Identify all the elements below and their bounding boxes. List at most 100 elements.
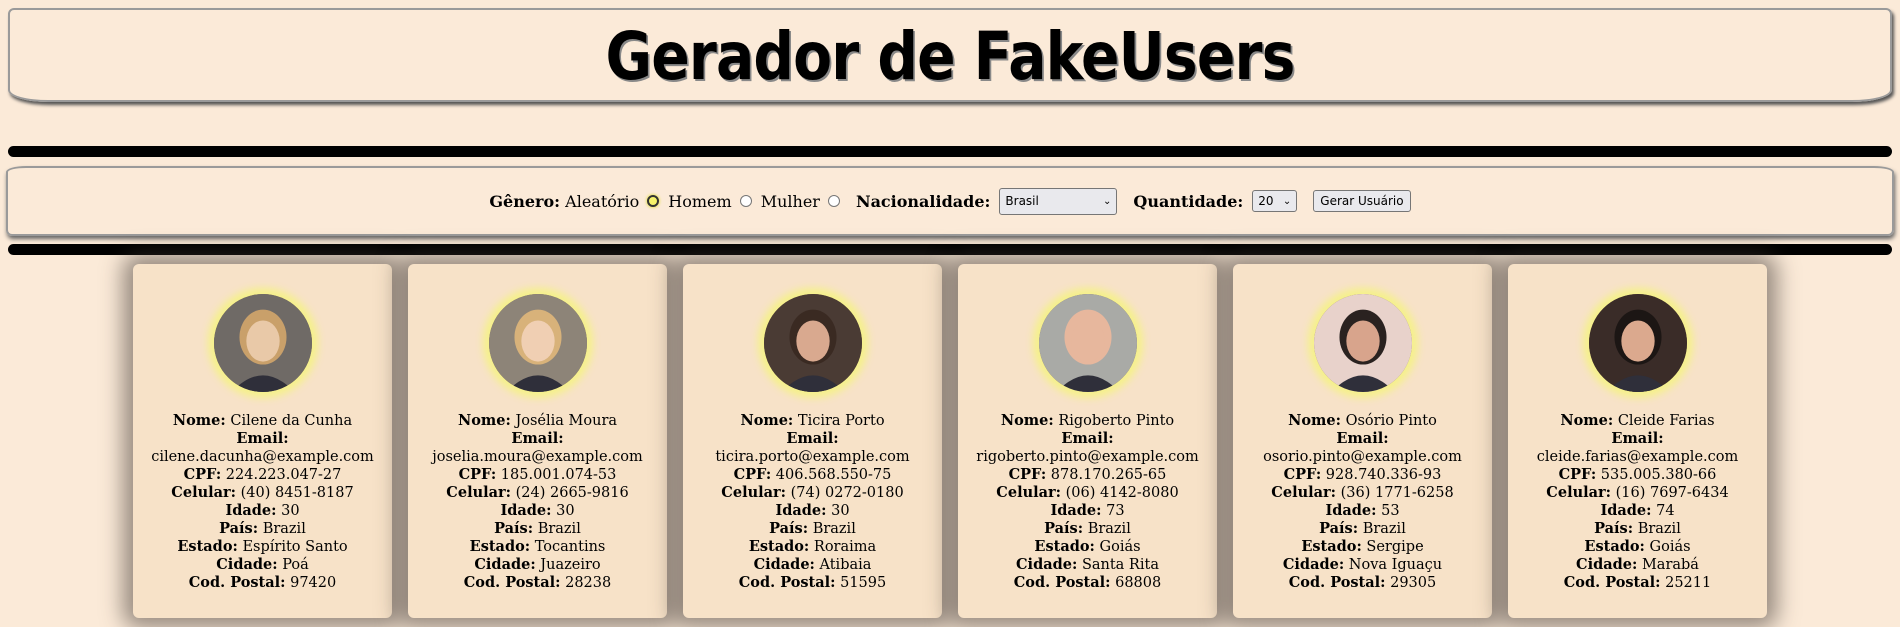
radio-mulher[interactable] bbox=[827, 195, 840, 207]
field-celular: Celular: (74) 0272-0180 bbox=[683, 484, 942, 502]
field-label: Nome: bbox=[740, 412, 794, 429]
field-value: Brazil bbox=[537, 521, 581, 537]
quantidade-label: Quantidade: bbox=[1133, 191, 1244, 211]
user-photo bbox=[1588, 294, 1687, 392]
field-value: 30 bbox=[556, 503, 575, 519]
user-card: Nome: Cleide Farias Email: cleide.farias@e… bbox=[1508, 264, 1767, 618]
field-pais: País: Brazil bbox=[683, 520, 942, 538]
field-email-label: Email: bbox=[1611, 430, 1664, 447]
header: Gerador de FakeUsers bbox=[8, 8, 1892, 102]
nacionalidade-value: Brasil bbox=[1005, 194, 1039, 208]
field-label: Cidade: bbox=[1016, 556, 1078, 573]
field-estado: Estado: Espírito Santo bbox=[133, 538, 392, 556]
field-value: Cleide Farias bbox=[1617, 413, 1715, 429]
field-value: Brazil bbox=[1362, 521, 1406, 537]
user-photo bbox=[763, 294, 862, 392]
field-celular: Celular: (06) 4142-8080 bbox=[958, 484, 1217, 502]
field-value: Poá bbox=[282, 557, 309, 573]
field-idade: Idade: 73 bbox=[958, 502, 1217, 520]
nacionalidade-select[interactable]: Brasil ⌄ bbox=[999, 187, 1118, 215]
field-label: Cod. Postal: bbox=[1013, 574, 1111, 591]
field-email-value: cilene.dacunha@example.com bbox=[151, 449, 374, 465]
field-value: Tocantins bbox=[534, 539, 606, 555]
avatar bbox=[1313, 294, 1412, 392]
option-homem-label: Homem bbox=[668, 191, 732, 211]
avatar bbox=[213, 294, 312, 392]
quantidade-select[interactable]: 20 ⌄ bbox=[1252, 190, 1298, 212]
field-email-label: Email: bbox=[786, 430, 839, 447]
user-card: Nome: Josélia Moura Email: joselia.moura@e… bbox=[408, 264, 667, 618]
field-label: Cod. Postal: bbox=[1563, 574, 1661, 591]
field-cidade: Cidade: Nova Iguaçu bbox=[1233, 556, 1492, 574]
field-label: Cidade: bbox=[474, 556, 536, 573]
avatar bbox=[1038, 294, 1137, 392]
field-label: Estado: bbox=[748, 538, 810, 555]
option-aleatorio-label: Aleatório bbox=[565, 191, 640, 211]
field-value: (40) 8451-8187 bbox=[240, 485, 354, 501]
field-label: CPF: bbox=[1008, 466, 1047, 483]
field-cidade: Cidade: Santa Rita bbox=[958, 556, 1217, 574]
field-cep: Cod. Postal: 68808 bbox=[958, 574, 1217, 592]
field-label: Cidade: bbox=[1282, 556, 1345, 573]
gerar-usuario-button[interactable]: Gerar Usuário bbox=[1313, 190, 1411, 212]
field-value: (24) 2665-9816 bbox=[515, 485, 629, 501]
field-label: CPF: bbox=[1283, 466, 1322, 483]
field-value: Ticira Porto bbox=[797, 413, 885, 429]
field-celular: Celular: (16) 7697-6434 bbox=[1508, 484, 1767, 502]
field-label: Idade: bbox=[1600, 502, 1652, 519]
field-label: Estado: bbox=[469, 538, 531, 555]
field-value: 25211 bbox=[1665, 575, 1712, 591]
field-label: Cidade: bbox=[216, 556, 278, 573]
field-value: 51595 bbox=[840, 575, 887, 591]
radio-aleatorio[interactable] bbox=[647, 195, 660, 207]
field-nome: Nome: Cilene da Cunha bbox=[133, 412, 392, 430]
field-value: 73 bbox=[1106, 503, 1125, 519]
field-label: CPF: bbox=[1558, 466, 1597, 483]
nacionalidade-label: Nacionalidade: bbox=[855, 191, 991, 211]
field-value: 30 bbox=[831, 503, 850, 519]
field-value: 97420 bbox=[290, 575, 337, 591]
field-value: (06) 4142-8080 bbox=[1065, 485, 1179, 501]
field-email-value: ticira.porto@example.com bbox=[715, 449, 910, 465]
field-cep: Cod. Postal: 51595 bbox=[683, 574, 942, 592]
field-label: Idade: bbox=[1325, 502, 1377, 519]
field-nome: Nome: Ticira Porto bbox=[683, 412, 942, 430]
field-estado: Estado: Tocantins bbox=[408, 538, 667, 556]
field-label: Estado: bbox=[1034, 538, 1095, 555]
field-celular: Celular: (40) 8451-8187 bbox=[133, 484, 392, 502]
generator-form: Gênero: Aleatório Homem Mulher Nacionali… bbox=[6, 166, 1894, 236]
user-photo bbox=[488, 294, 587, 392]
field-label: País: bbox=[1319, 520, 1359, 537]
field-value: Goiás bbox=[1649, 539, 1691, 555]
field-value: Sergipe bbox=[1366, 539, 1424, 555]
field-value: (74) 0272-0180 bbox=[790, 485, 904, 501]
field-label: Nome: bbox=[457, 412, 511, 429]
radio-homem[interactable] bbox=[739, 195, 752, 207]
field-value: Espírito Santo bbox=[242, 539, 348, 555]
user-photo bbox=[1313, 294, 1412, 392]
field-email-label: Email: bbox=[236, 430, 289, 447]
field-label: Estado: bbox=[1301, 538, 1362, 555]
field-email-label: Email: bbox=[1061, 430, 1114, 447]
field-idade: Idade: 30 bbox=[133, 502, 392, 520]
field-pais: País: Brazil bbox=[408, 520, 667, 538]
user-cards: Nome: Cilene da Cunha Email: cilene.dacunh… bbox=[133, 264, 1767, 618]
field-value: Rigoberto Pinto bbox=[1058, 413, 1175, 429]
field-value: Brazil bbox=[262, 521, 306, 537]
field-estado: Estado: Sergipe bbox=[1233, 538, 1492, 556]
field-celular: Celular: (24) 2665-9816 bbox=[408, 484, 667, 502]
user-card: Nome: Osório Pinto Email: osorio.pinto@exa… bbox=[1233, 264, 1492, 618]
field-value: Cilene da Cunha bbox=[230, 413, 353, 429]
field-idade: Idade: 53 bbox=[1233, 502, 1492, 520]
field-value: Roraima bbox=[813, 539, 877, 555]
field-label: Idade: bbox=[1050, 502, 1102, 519]
field-pais: País: Brazil bbox=[958, 520, 1217, 538]
field-nome: Nome: Josélia Moura bbox=[408, 412, 667, 430]
field-label: Nome: bbox=[1000, 412, 1054, 429]
user-photo bbox=[1038, 294, 1137, 392]
field-email-value: rigoberto.pinto@example.com bbox=[976, 449, 1199, 465]
field-email-label: Email: bbox=[1336, 430, 1389, 447]
field-cidade: Cidade: Atibaia bbox=[683, 556, 942, 574]
field-value: (36) 1771-6258 bbox=[1340, 485, 1454, 501]
field-value: 68808 bbox=[1115, 575, 1162, 591]
